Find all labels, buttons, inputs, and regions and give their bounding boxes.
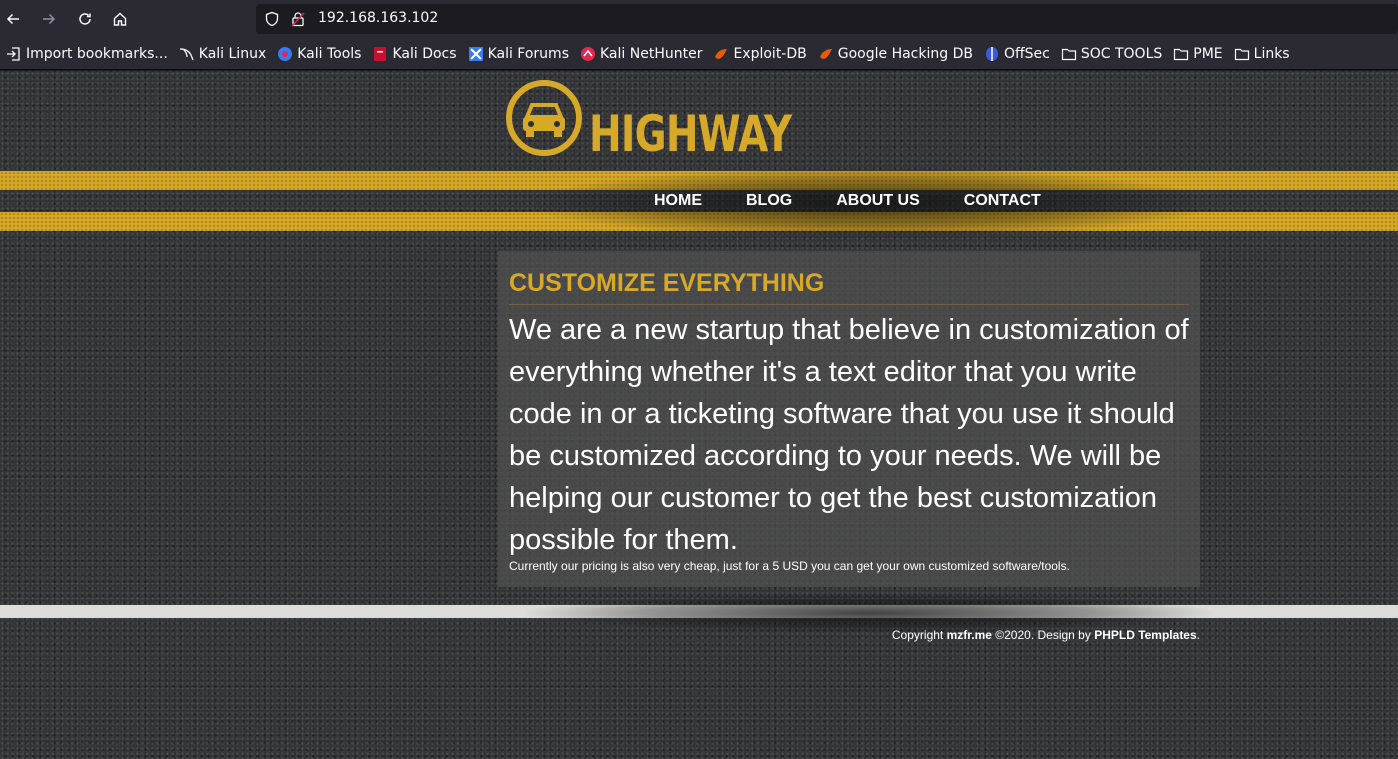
bookmark-google-hacking-db[interactable]: Google Hacking DB xyxy=(814,42,977,66)
folder-icon xyxy=(1174,48,1189,60)
site-logo[interactable]: HIGHWAY xyxy=(505,77,848,163)
bookmark-label: SOC TOOLS xyxy=(1080,45,1163,62)
folder-icon xyxy=(1234,48,1249,60)
kali-docs-icon xyxy=(374,46,387,61)
insecure-lock-icon[interactable] xyxy=(290,11,306,27)
footer-suffix: . xyxy=(1196,628,1200,642)
bookmark-label: Kali Linux xyxy=(198,45,267,62)
home-button[interactable] xyxy=(105,5,135,33)
footer-designer-link[interactable]: PHPLD Templates xyxy=(1094,628,1196,642)
pricing-note: Currently our pricing is also very cheap… xyxy=(509,559,1070,573)
reload-icon xyxy=(79,13,91,25)
nav-home[interactable]: HOME xyxy=(632,192,724,210)
content-title: CUSTOMIZE EVERYTHING xyxy=(509,269,1189,305)
main-navigation: HOME BLOG ABOUT US CONTACT xyxy=(632,192,1063,210)
footer-owner-link[interactable]: mzfr.me xyxy=(947,628,992,642)
home-icon xyxy=(113,12,127,26)
car-logo-icon xyxy=(506,80,582,156)
reload-button[interactable] xyxy=(70,5,100,33)
forward-button[interactable] xyxy=(34,5,64,33)
bookmark-label: Kali Docs xyxy=(392,45,457,62)
content-panel: CUSTOMIZE EVERYTHING We are a new startu… xyxy=(498,251,1200,587)
back-arrow-icon xyxy=(6,13,19,25)
kali-forums-icon xyxy=(468,46,483,61)
offsec-icon xyxy=(985,46,998,61)
shield-icon[interactable] xyxy=(264,11,280,27)
web-page: HIGHWAY HOME BLOG ABOUT US CONTACT CUSTO… xyxy=(0,71,1398,759)
nav-contact[interactable]: CONTACT xyxy=(942,192,1063,210)
logo-text: HIGHWAY xyxy=(589,105,792,163)
import-icon xyxy=(7,46,20,61)
url-bar[interactable]: 192.168.163.102 xyxy=(256,4,1398,34)
kali-tools-icon xyxy=(278,46,293,61)
bookmark-pme[interactable]: PME xyxy=(1169,42,1226,66)
bookmark-soc-tools[interactable]: SOC TOOLS xyxy=(1057,42,1166,66)
nav-about-us[interactable]: ABOUT US xyxy=(814,192,942,210)
bookmark-label: Kali Tools xyxy=(297,45,362,62)
footer-middle: ©2020. Design by xyxy=(991,628,1095,642)
kali-dragon-icon xyxy=(179,47,194,60)
tire-skid-mark xyxy=(520,593,1220,633)
bookmark-label: Kali Forums xyxy=(487,45,569,62)
bookmark-label: PME xyxy=(1193,45,1223,62)
bookmark-offsec[interactable]: OffSec xyxy=(980,42,1054,66)
footer-prefix: Copyright xyxy=(891,628,947,642)
forward-arrow-icon xyxy=(43,13,56,25)
bookmark-kali-docs[interactable]: Kali Docs xyxy=(368,42,460,66)
bookmark-kali-forums[interactable]: Kali Forums xyxy=(464,42,573,66)
kali-nethunter-icon xyxy=(581,46,595,61)
bookmark-label: Links xyxy=(1253,45,1290,62)
url-text[interactable]: 192.168.163.102 xyxy=(318,10,438,26)
bookmark-links[interactable]: Links xyxy=(1230,42,1294,66)
bookmark-import[interactable]: Import bookmarks... xyxy=(2,42,172,66)
ghdb-icon xyxy=(819,48,832,59)
browser-toolbar: 192.168.163.102 xyxy=(0,0,1398,38)
back-button[interactable] xyxy=(0,5,28,33)
bookmark-exploit-db[interactable]: Exploit-DB xyxy=(709,42,810,66)
content-paragraph: We are a new startup that believe in cus… xyxy=(509,314,1189,556)
exploit-db-icon xyxy=(715,48,728,59)
bookmark-kali-nethunter[interactable]: Kali NetHunter xyxy=(576,42,706,66)
bookmark-label: Kali NetHunter xyxy=(600,45,703,62)
bookmarks-toolbar: Import bookmarks... Kali Linux Kali Tool… xyxy=(0,38,1398,70)
bookmark-label: OffSec xyxy=(1003,45,1050,62)
bookmark-label: Exploit-DB xyxy=(733,45,807,62)
bookmark-label: Import bookmarks... xyxy=(26,45,168,62)
bookmark-kali-linux[interactable]: Kali Linux xyxy=(175,42,270,66)
bookmark-label: Google Hacking DB xyxy=(837,45,973,62)
nav-blog[interactable]: BLOG xyxy=(724,192,814,210)
folder-icon xyxy=(1061,48,1076,60)
footer-copyright: Copyright mzfr.me ©2020. Design by PHPLD… xyxy=(892,628,1200,642)
bookmark-kali-tools[interactable]: Kali Tools xyxy=(273,42,365,66)
